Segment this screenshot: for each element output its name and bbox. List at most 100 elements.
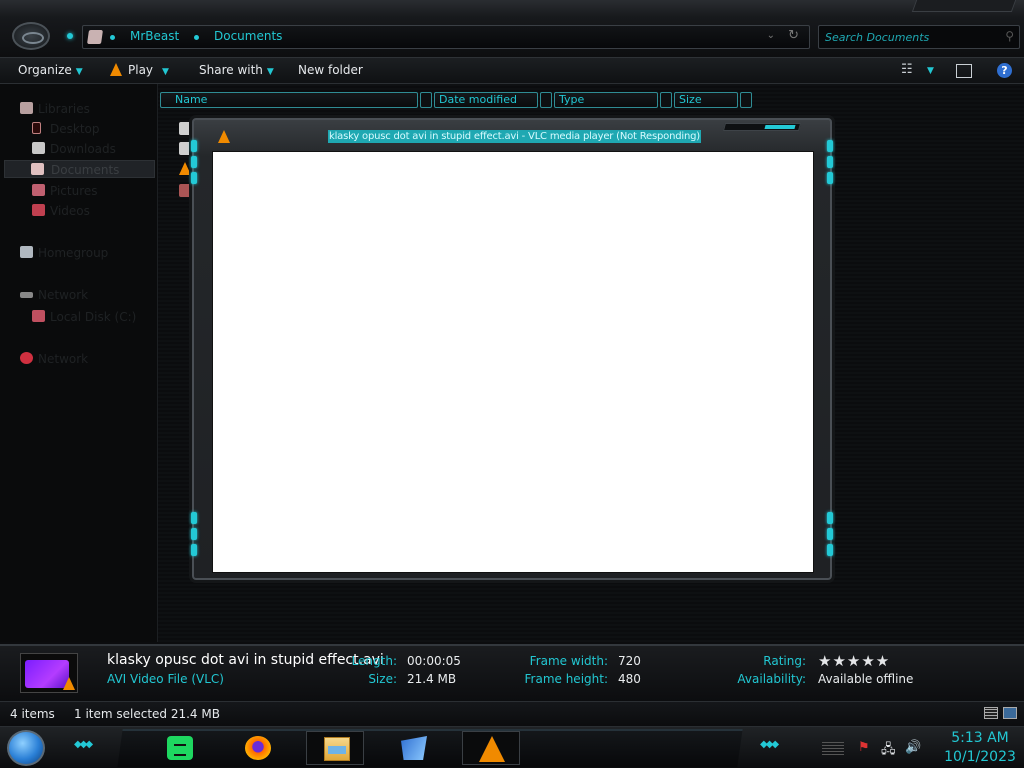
desktop: MrBeast Documents ⌄ ↻ ⚲ Organize▼ Play▼ … <box>0 0 1024 768</box>
column-separator[interactable] <box>540 92 552 108</box>
breadcrumb-separator-icon[interactable] <box>110 35 115 40</box>
column-date-modified[interactable]: Date modified <box>434 92 538 108</box>
length-label: Length: <box>351 654 397 668</box>
file-thumbnail <box>20 653 78 693</box>
nav-item-homegroup[interactable]: Homegroup <box>20 244 170 262</box>
vlc-titlebar[interactable]: klasky opusc dot avi in stupid effect.av… <box>194 120 830 150</box>
frame-light <box>191 512 197 524</box>
column-name[interactable]: Name <box>160 92 418 108</box>
search-input[interactable] <box>825 29 995 45</box>
details-filename: klasky opusc dot avi in stupid effect.av… <box>107 652 384 668</box>
clock-time: 5:13 AM <box>951 730 1009 746</box>
vegas-icon <box>401 736 427 760</box>
nav-item-documents[interactable]: Documents <box>4 160 155 178</box>
nav-item-libraries[interactable]: Libraries <box>20 100 170 118</box>
vlc-file-icon[interactable] <box>179 162 191 175</box>
column-type[interactable]: Type <box>554 92 658 108</box>
frame-light <box>827 172 833 184</box>
play-button[interactable]: Play ▼ <box>110 63 169 77</box>
back-forward-orb[interactable] <box>12 22 50 50</box>
organize-button[interactable]: Organize ▼ <box>18 63 83 77</box>
share-with-label: Share with <box>199 63 263 77</box>
taskbar-decoration: ◆◆◆ <box>74 739 93 750</box>
clock-date: 10/1/2023 <box>944 749 1016 765</box>
navigation-pane: Libraries Desktop Downloads Documents Pi… <box>0 84 158 642</box>
network-icon[interactable]: 🖧 <box>881 740 896 762</box>
volume-icon[interactable]: 🔊 <box>905 740 921 755</box>
column-headers: Name Date modified Type Size <box>160 90 1024 110</box>
column-separator[interactable] <box>660 92 672 108</box>
breadcrumb-documents[interactable]: Documents <box>214 29 282 43</box>
frame-light <box>191 156 197 168</box>
new-folder-button[interactable]: New folder <box>298 63 363 77</box>
libraries-icon <box>20 102 33 114</box>
nav-item-label: Network <box>38 352 89 366</box>
window-controls[interactable] <box>722 123 802 131</box>
taskbar-spotify[interactable] <box>150 731 208 765</box>
column-separator[interactable] <box>420 92 432 108</box>
address-bar[interactable]: MrBeast Documents ⌄ ↻ <box>82 25 810 49</box>
nav-item-label: Libraries <box>38 102 90 116</box>
taskbar-vlc[interactable] <box>462 731 520 765</box>
frame-light <box>827 156 833 168</box>
breadcrumb-mrbeast[interactable]: MrBeast <box>130 29 179 43</box>
vlc-client-area[interactable] <box>212 151 814 573</box>
details-pane: klasky opusc dot avi in stupid effect.av… <box>0 644 1024 702</box>
nav-item-label: Documents <box>51 163 120 177</box>
taskbar-firefox[interactable] <box>228 731 286 765</box>
refresh-icon[interactable]: ↻ <box>788 28 799 43</box>
nav-item-downloads[interactable]: Downloads <box>32 140 182 158</box>
search-icon[interactable]: ⚲ <box>1005 29 1014 43</box>
nav-item-local-disk[interactable]: Local Disk (C:) <box>32 308 182 326</box>
nav-item-videos[interactable]: Videos <box>32 202 182 220</box>
show-desktop-icon[interactable] <box>822 741 844 755</box>
vlc-window-title: klasky opusc dot avi in stupid effect.av… <box>328 130 701 143</box>
help-icon[interactable]: ? <box>997 63 1012 78</box>
search-box[interactable]: ⚲ <box>818 25 1020 49</box>
desktop-icon <box>32 122 41 134</box>
nav-item-computer[interactable]: Network <box>20 286 170 304</box>
homegroup-icon <box>20 246 33 258</box>
view-options-icon[interactable]: ☷ <box>901 62 913 77</box>
address-dropdown-icon[interactable]: ⌄ <box>767 30 775 41</box>
frame-light <box>827 544 833 556</box>
taskbar-vegas[interactable] <box>384 731 442 765</box>
vlc-window[interactable]: klasky opusc dot avi in stupid effect.av… <box>191 118 833 580</box>
nav-item-desktop[interactable]: Desktop <box>32 120 182 138</box>
nav-item-network[interactable]: Network <box>20 350 170 368</box>
chevron-down-icon: ▼ <box>75 67 83 77</box>
file-row-icon[interactable] <box>179 184 192 197</box>
column-separator[interactable] <box>740 92 752 108</box>
computer-icon <box>20 292 33 298</box>
details-filetype: AVI Video File (VLC) <box>107 672 224 686</box>
clock[interactable]: 5:13 AM 10/1/2023 <box>940 729 1020 767</box>
action-center-flag-icon[interactable]: ⚑ <box>858 740 870 755</box>
start-button[interactable] <box>7 730 45 766</box>
documents-icon <box>31 163 44 175</box>
file-row-icon[interactable] <box>179 122 192 135</box>
taskbar-file-explorer[interactable] <box>306 731 364 765</box>
recent-pages-dot[interactable] <box>67 33 73 39</box>
large-icons-view-icon[interactable] <box>1003 707 1017 719</box>
frame-light <box>827 140 833 152</box>
nav-item-pictures[interactable]: Pictures <box>32 182 182 200</box>
nav-item-label: Pictures <box>50 184 98 198</box>
rating-stars[interactable]: ★★★★★ <box>818 652 890 670</box>
frame-width-label: Frame width: <box>529 654 608 668</box>
preview-pane-icon[interactable] <box>956 64 972 78</box>
frame-light <box>191 544 197 556</box>
column-size[interactable]: Size <box>674 92 738 108</box>
play-label: Play <box>128 63 154 77</box>
nav-item-label: Homegroup <box>38 246 109 260</box>
share-with-button[interactable]: Share with ▼ <box>199 63 274 77</box>
window-controls-notch[interactable] <box>911 0 1017 12</box>
nav-item-label: Downloads <box>50 142 116 156</box>
organize-label: Organize <box>18 63 72 77</box>
selection-info: 1 item selected 21.4 MB <box>74 707 220 721</box>
details-view-icon[interactable] <box>984 707 998 719</box>
frame-light <box>191 140 197 152</box>
breadcrumb-separator-icon[interactable] <box>194 35 199 40</box>
command-bar: Organize ▼ Play ▼ Share with ▼ New folder ☷… <box>0 58 1024 84</box>
chevron-down-icon[interactable]: ▼ <box>927 66 934 76</box>
frame-light <box>191 172 197 184</box>
